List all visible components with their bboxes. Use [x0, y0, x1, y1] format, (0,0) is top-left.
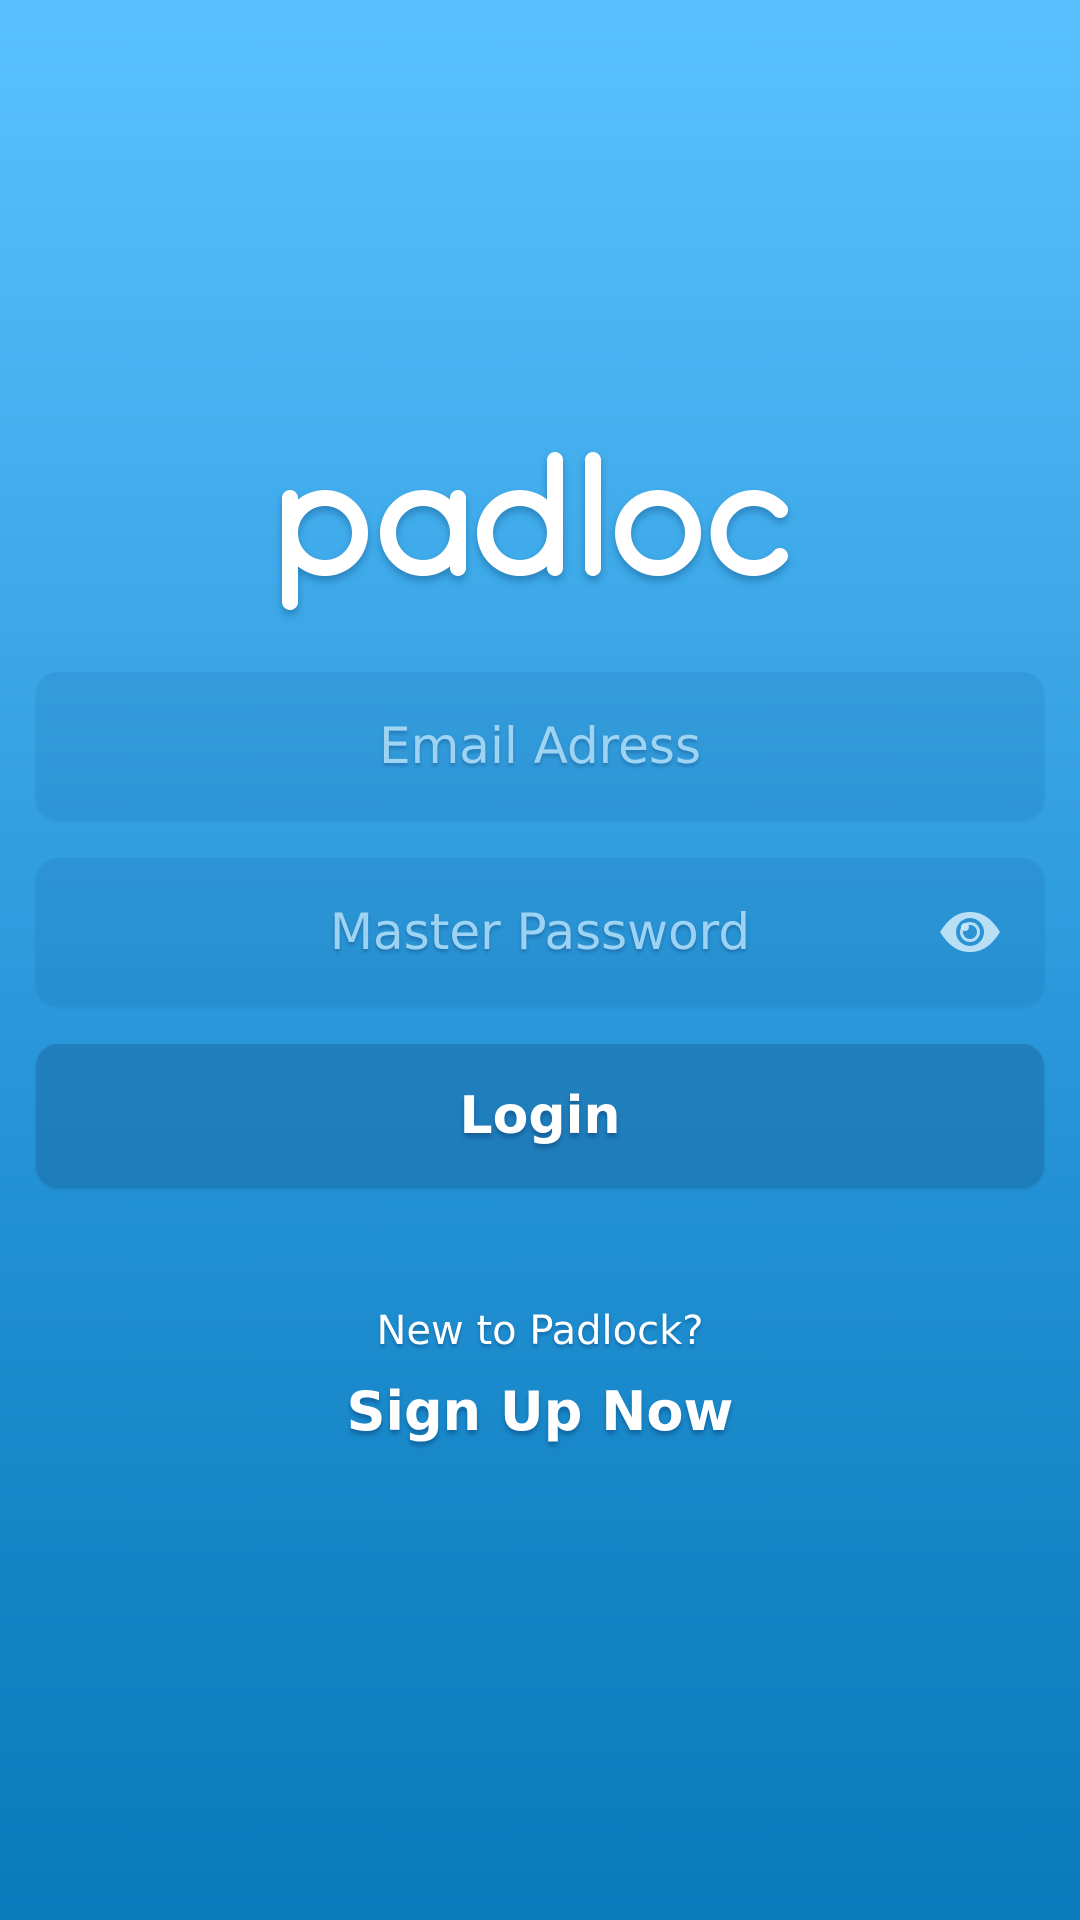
- eye-icon[interactable]: [938, 910, 1002, 954]
- login-screen: { "app": { "logo_text": "padloc" }, "for…: [0, 0, 1080, 1920]
- login-button[interactable]: Login: [36, 1044, 1044, 1188]
- email-field[interactable]: [36, 672, 1044, 820]
- new-to-padlock-text: New to Padlock?: [376, 1308, 704, 1354]
- padloc-logo: [0, 440, 1080, 620]
- padloc-logo-wordmark: [282, 452, 788, 610]
- sign-up-now-link[interactable]: Sign Up Now: [0, 1380, 1080, 1443]
- master-password-input[interactable]: [36, 858, 1044, 1006]
- email-input[interactable]: [36, 672, 1044, 820]
- password-field[interactable]: [36, 858, 1044, 1006]
